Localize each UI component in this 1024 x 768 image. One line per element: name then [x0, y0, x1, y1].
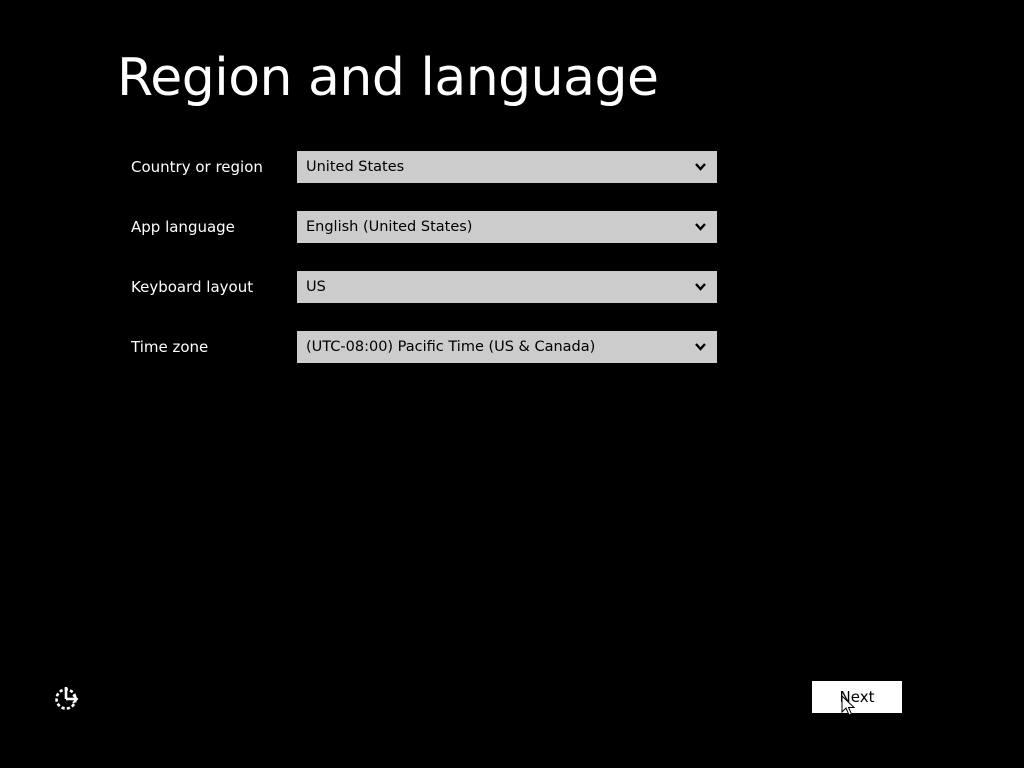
setup-page: Region and language Country or region Un… — [0, 0, 1024, 768]
chevron-down-icon — [695, 163, 706, 171]
chevron-down-icon — [695, 343, 706, 351]
keyboard-layout-row: Keyboard layout US — [131, 271, 717, 303]
country-region-value: United States — [306, 159, 405, 175]
chevron-down-icon — [695, 283, 706, 291]
ease-of-access-icon[interactable] — [52, 684, 80, 712]
time-zone-row: Time zone (UTC-08:00) Pacific Time (US &… — [131, 331, 717, 363]
keyboard-layout-label: Keyboard layout — [131, 278, 254, 296]
app-language-label: App language — [131, 218, 235, 236]
time-zone-select[interactable]: (UTC-08:00) Pacific Time (US & Canada) — [297, 331, 717, 363]
keyboard-layout-select[interactable]: US — [297, 271, 717, 303]
app-language-select[interactable]: English (United States) — [297, 211, 717, 243]
page-title: Region and language — [117, 48, 659, 108]
next-button[interactable]: Next — [812, 681, 902, 713]
app-language-row: App language English (United States) — [131, 211, 717, 243]
keyboard-layout-value: US — [306, 279, 326, 295]
time-zone-label: Time zone — [131, 338, 209, 356]
country-region-select[interactable]: United States — [297, 151, 717, 183]
chevron-down-icon — [695, 223, 706, 231]
country-region-label: Country or region — [131, 158, 263, 176]
app-language-value: English (United States) — [306, 219, 473, 235]
country-region-row: Country or region United States — [131, 151, 717, 183]
time-zone-value: (UTC-08:00) Pacific Time (US & Canada) — [306, 339, 596, 355]
